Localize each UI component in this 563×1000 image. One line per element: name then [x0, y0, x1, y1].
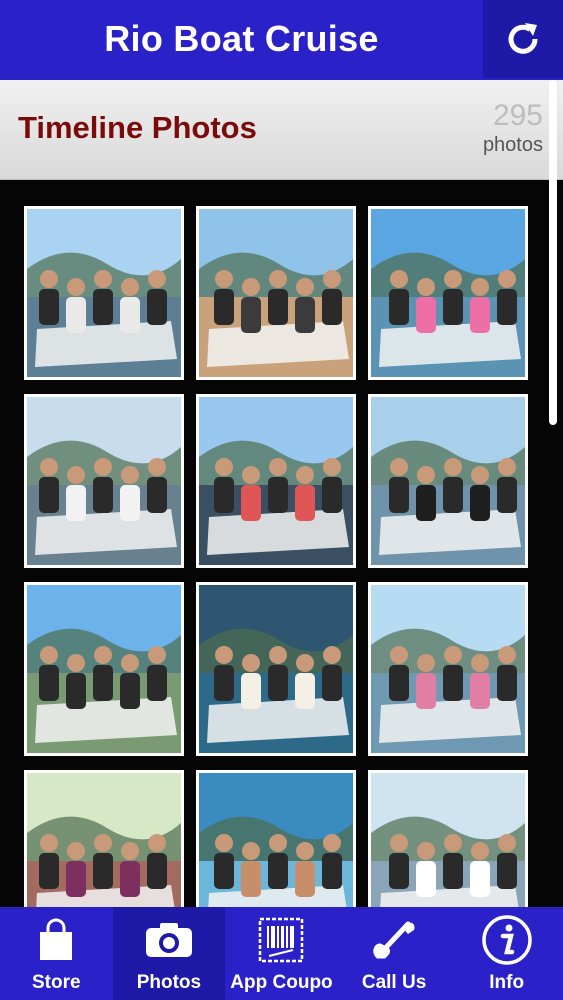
photo-thumbnail[interactable] — [368, 582, 528, 756]
photo-image — [371, 773, 525, 908]
info-icon — [481, 912, 533, 968]
top-bar: Rio Boat Cruise — [0, 0, 563, 80]
photo-thumbnail[interactable] — [196, 206, 356, 380]
nav-label: App Coupo — [230, 972, 333, 993]
photo-thumbnail[interactable] — [368, 206, 528, 380]
photo-thumbnail[interactable] — [24, 770, 184, 908]
nav-label: Store — [32, 972, 81, 993]
photo-thumbnail[interactable] — [196, 582, 356, 756]
album-header: Timeline Photos 295 photos — [0, 80, 563, 180]
photo-image — [371, 209, 525, 377]
photo-thumbnail[interactable] — [368, 394, 528, 568]
nav-item-store[interactable]: Store — [0, 907, 113, 1000]
photo-grid — [24, 206, 532, 908]
nav-item-app-coupo[interactable]: App Coupo — [225, 907, 338, 1000]
photo-thumbnail[interactable] — [24, 394, 184, 568]
nav-item-photos[interactable]: Photos — [112, 907, 226, 1000]
camera-icon — [144, 912, 194, 968]
photo-count: 295 photos — [483, 100, 543, 158]
photo-gallery[interactable] — [0, 180, 563, 908]
photo-image — [199, 397, 353, 565]
photo-thumbnail[interactable] — [368, 770, 528, 908]
refresh-button[interactable] — [483, 0, 563, 78]
refresh-icon — [508, 23, 538, 54]
nav-item-info[interactable]: Info — [450, 907, 563, 1000]
photo-image — [27, 585, 181, 753]
scrollbar[interactable] — [549, 80, 557, 425]
photo-thumbnail[interactable] — [24, 582, 184, 756]
nav-label: Call Us — [361, 972, 427, 993]
app-title: Rio Boat Cruise — [104, 18, 379, 59]
phone-icon — [370, 912, 418, 968]
photo-image — [371, 397, 525, 565]
photo-count-number: 295 — [492, 99, 543, 132]
photo-image — [27, 209, 181, 377]
coupon-barcode-icon — [257, 912, 305, 968]
photo-image — [27, 397, 181, 565]
nav-label: Info — [489, 972, 525, 993]
photo-count-unit: photos — [482, 134, 543, 156]
photo-thumbnail[interactable] — [24, 206, 184, 380]
shopping-bag-icon — [37, 912, 75, 968]
photo-image — [371, 585, 525, 753]
bottom-navigation: Store Photos App Coupo Call Us Info — [0, 907, 563, 1000]
album-title: Timeline Photos — [18, 110, 257, 145]
nav-item-call-us[interactable]: Call Us — [338, 907, 451, 1000]
photo-thumbnail[interactable] — [196, 394, 356, 568]
photo-image — [27, 773, 181, 908]
nav-label: Photos — [136, 972, 202, 993]
photo-image — [199, 773, 353, 908]
photo-image — [199, 209, 353, 377]
photo-image — [199, 585, 353, 753]
photo-thumbnail[interactable] — [196, 770, 356, 908]
